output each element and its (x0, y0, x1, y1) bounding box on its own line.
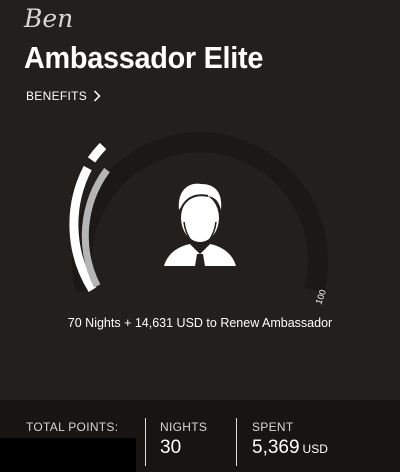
stat-divider (145, 418, 146, 466)
spent-value-row: 5,369 USD (252, 437, 328, 459)
nights-value: 30 (160, 437, 182, 458)
gauge-progress-outer-upper (87, 142, 107, 163)
nights-stat: NIGHTS 30 (160, 420, 207, 459)
nights-label: NIGHTS (160, 420, 208, 434)
spent-value: 5,369 (252, 437, 300, 458)
user-avatar-icon (164, 183, 236, 266)
total-points-value-redacted (0, 438, 136, 472)
stats-footer: TOTAL POINTS: NIGHTS 30 SPENT 5,369 USD (0, 400, 400, 472)
renew-requirement-text: 70 Nights + 14,631 USD to Renew Ambassad… (67, 316, 333, 330)
total-points-label: TOTAL POINTS: (26, 420, 119, 434)
spent-unit: USD (302, 442, 328, 456)
nights-progress-gauge: 100 (69, 132, 328, 306)
spent-label: SPENT (252, 420, 294, 434)
spent-stat: SPENT 5,369 USD (252, 420, 328, 459)
total-points-stat: TOTAL POINTS: (26, 420, 118, 434)
stat-divider (236, 418, 237, 466)
